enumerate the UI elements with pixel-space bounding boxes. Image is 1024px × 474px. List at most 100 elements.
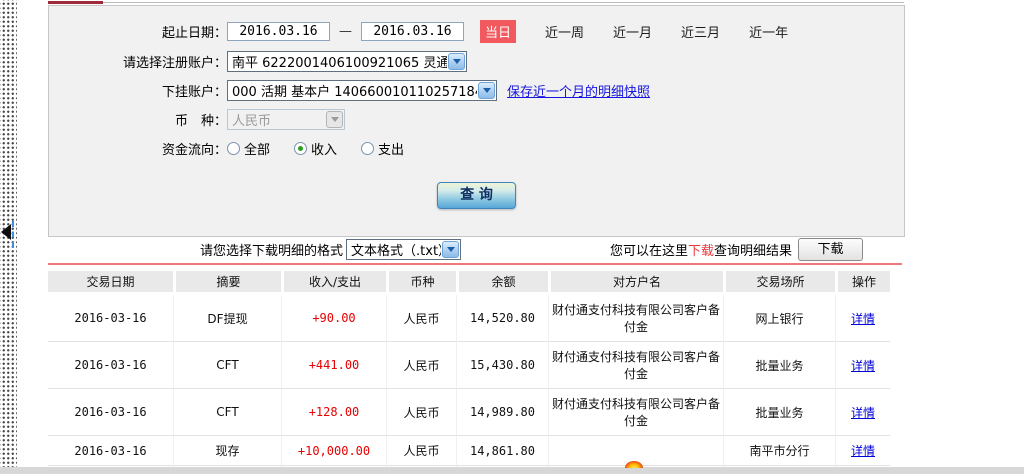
query-button[interactable]: 查 询 [437,182,516,209]
download-hint-prefix: 您可以在这里 [609,244,688,259]
flow-option-all-label: 全部 [244,142,271,158]
cell-date: 2016-03-16 [48,436,173,466]
cell-counterparty: 财付通支付科技有限公司客户备付金 [548,342,723,389]
date-range-label: 起止日期： [161,26,227,41]
transaction-query-page: 起止日期： — 当日 近一周 近一月 近三月 近一年 请选择注册账户： 南平 6… [0,0,1024,474]
table-row: 2016-03-16 现存 +10,000.00 人民币 14,861.80 南… [48,436,890,466]
detail-link[interactable]: 详情 [851,359,875,373]
col-header-summary: 摘要 [173,271,281,295]
col-header-action: 操作 [835,271,890,295]
flow-option-income[interactable]: 收入 [294,139,337,158]
cell-amount: +441.00 [281,342,386,389]
flow-option-income-label: 收入 [311,142,338,158]
sub-account-row: 下挂账户： 000 活期 基本户 1406600101102571848 保存近… [49,79,904,101]
date-range-row: 起止日期： — 当日 近一周 近一月 近三月 近一年 [49,20,904,43]
col-header-counterparty: 对方户名 [548,271,723,295]
cell-balance: 14,861.80 [456,436,548,466]
cell-summary: CFT [173,342,281,389]
download-format-value: 文本格式（.txt） [351,244,441,259]
cell-date: 2016-03-16 [48,342,173,389]
currency-select-disabled: 人民币 [227,108,345,130]
registered-account-value: 南平 6222001406100921065 灵通卡 [232,55,447,71]
cell-currency: 人民币 [386,342,456,389]
registered-account-select[interactable]: 南平 6222001406100921065 灵通卡 [227,50,467,72]
date-range-dash: — [339,24,352,39]
table-row: 2016-03-16 DF提现 +90.00 人民币 14,520.80 财付通… [48,295,890,342]
top-border-line [103,2,904,3]
cell-summary: CFT [173,389,281,436]
bottom-scrollbar[interactable] [0,467,1024,474]
download-format-label: 请您选择下载明细的格式 [200,244,344,259]
collapse-panel-arrow-icon[interactable] [1,224,11,240]
save-snapshot-link[interactable]: 保存近一个月的明细快照 [507,81,650,100]
cell-channel: 网上银行 [723,295,835,342]
cell-counterparty: 财付通支付科技有限公司客户备付金 [548,295,723,342]
splitter-highlight-line [12,221,14,248]
detail-link[interactable]: 详情 [851,406,875,420]
col-header-channel: 交易场所 [723,271,835,295]
cell-currency: 人民币 [386,389,456,436]
fund-flow-label: 资金流向： [161,142,227,158]
currency-value: 人民币 [232,113,272,129]
active-tab-indicator [48,1,103,4]
cell-balance: 14,520.80 [456,295,548,342]
cell-summary: 现存 [173,436,281,466]
cell-currency: 人民币 [386,436,456,466]
currency-row: 币 种： 人民币 [49,108,904,130]
cell-balance: 14,989.80 [456,389,548,436]
dropdown-arrow-icon[interactable] [448,52,465,70]
cell-amount: +10,000.00 [281,436,386,466]
download-button[interactable]: 下载 [798,238,863,261]
range-last-month-link[interactable]: 近一月 [613,22,652,41]
cell-channel: 批量业务 [723,342,835,389]
cell-balance: 15,430.80 [456,342,548,389]
cell-channel: 南平市分行 [723,436,835,466]
range-today-button[interactable]: 当日 [480,20,517,43]
transaction-table: 交易日期 摘要 收入/支出 币种 余额 对方户名 交易场所 操作 2016-03… [48,271,890,474]
cell-channel: 批量业务 [723,389,835,436]
flow-option-expense[interactable]: 支出 [361,139,404,158]
range-last-quarter-link[interactable]: 近三月 [681,22,720,41]
download-hint-suffix: 查询明细结果 [713,244,792,259]
flow-option-all[interactable]: 全部 [227,139,270,158]
cell-date: 2016-03-16 [48,295,173,342]
flame-icon [625,461,643,468]
download-options-row: 请您选择下载明细的格式 文本格式（.txt） 您可以在这里下载查询明细结果 下载 [48,237,905,262]
cell-summary: DF提现 [173,295,281,342]
sub-account-select[interactable]: 000 活期 基本户 1406600101102571848 [227,79,497,101]
fund-flow-row: 资金流向： 全部 收入 支出 [49,137,904,159]
dropdown-arrow-icon[interactable] [442,241,460,258]
detail-link[interactable]: 详情 [851,444,875,458]
date-from-input[interactable] [227,22,330,41]
sub-account-label: 下挂账户： [161,84,227,100]
currency-label: 币 种： [174,113,227,129]
dropdown-arrow-icon [326,110,343,128]
cell-counterparty: 财付通支付科技有限公司客户备付金 [548,389,723,436]
cell-amount: +90.00 [281,295,386,342]
sub-account-value: 000 活期 基本户 1406600101102571848 [232,84,477,100]
col-header-date: 交易日期 [48,271,173,295]
col-header-balance: 余额 [456,271,548,295]
radio-selected-icon[interactable] [294,141,308,155]
range-last-week-link[interactable]: 近一周 [545,22,584,41]
detail-link[interactable]: 详情 [851,312,875,326]
cell-currency: 人民币 [386,295,456,342]
download-format-select[interactable]: 文本格式（.txt） [346,239,462,260]
col-header-currency: 币种 [386,271,456,295]
col-header-amount: 收入/支出 [281,271,386,295]
range-last-year-link[interactable]: 近一年 [749,22,788,41]
query-button-row: 查 询 [49,182,904,209]
download-hint-link[interactable]: 下载 [688,244,714,259]
date-to-input[interactable] [361,22,464,41]
table-row: 2016-03-16 CFT +128.00 人民币 14,989.80 财付通… [48,389,890,436]
table-header-row: 交易日期 摘要 收入/支出 币种 余额 对方户名 交易场所 操作 [48,271,890,295]
table-row: 2016-03-16 CFT +441.00 人民币 15,430.80 财付通… [48,342,890,389]
radio-unselected-icon[interactable] [361,141,375,155]
dropdown-arrow-icon[interactable] [478,81,495,99]
flow-option-expense-label: 支出 [378,142,405,158]
query-form-panel: 起止日期： — 当日 近一周 近一月 近三月 近一年 请选择注册账户： 南平 6… [48,5,905,237]
radio-unselected-icon[interactable] [227,141,240,155]
section-separator-line [48,263,902,265]
download-hint: 您可以在这里下载查询明细结果 [610,240,792,259]
cell-date: 2016-03-16 [48,389,173,436]
